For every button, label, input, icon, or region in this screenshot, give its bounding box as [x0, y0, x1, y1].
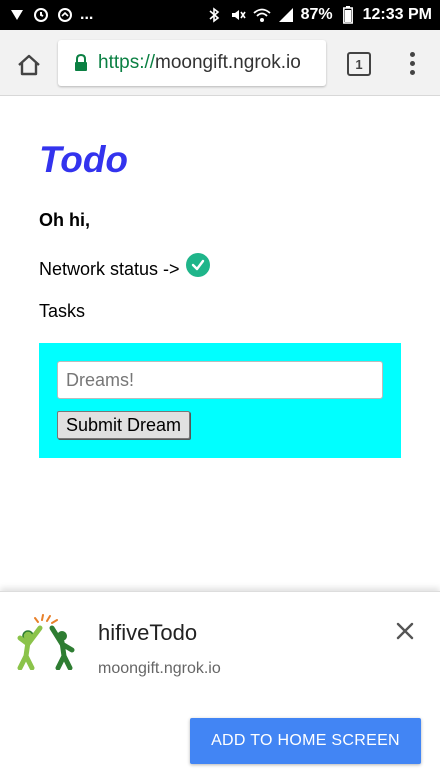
submit-dream-button[interactable]: Submit Dream: [57, 411, 191, 439]
wifi-icon: [253, 6, 271, 24]
close-banner-button[interactable]: [392, 618, 418, 644]
menu-dot: [409, 51, 415, 57]
add-to-home-screen-button[interactable]: ADD TO HOME SCREEN: [190, 718, 421, 764]
alarm-icon: [32, 6, 50, 24]
dream-input[interactable]: [57, 361, 383, 399]
home-icon: [18, 54, 40, 76]
menu-dot: [409, 69, 415, 75]
sync-icon: [56, 6, 74, 24]
check-circle-icon: [185, 253, 210, 277]
battery-icon: [339, 6, 357, 24]
menu-dot: [409, 60, 415, 66]
add-to-home-banner: hifiveTodo moongift.ngrok.io ADD TO HOME…: [0, 591, 440, 782]
battery-percent: 87%: [300, 6, 333, 23]
network-status: Network status ->: [39, 253, 210, 281]
network-status-label: Network status ->: [39, 258, 180, 279]
browser-toolbar: https://moongift.ngrok.io 1: [0, 30, 440, 96]
tab-switcher-button[interactable]: 1: [347, 52, 371, 76]
address-bar[interactable]: https://moongift.ngrok.io: [58, 40, 326, 86]
bluetooth-icon: [205, 6, 223, 24]
url-scheme: https://: [98, 52, 156, 73]
tab-count: 1: [355, 56, 363, 72]
app-host: moongift.ngrok.io: [98, 660, 221, 677]
status-bar: ... 87% 12:33 PM: [0, 0, 440, 30]
home-button[interactable]: [14, 50, 44, 80]
web-page: Todo Oh hi, Network status -> Tasks Subm…: [0, 97, 440, 591]
url-host: moongift.ngrok.io: [155, 52, 301, 73]
status-bar-left: ...: [8, 6, 93, 24]
lock-icon: [75, 54, 87, 71]
tasks-heading: Tasks: [39, 301, 86, 321]
cast-icon: [8, 6, 26, 24]
signal-icon: [277, 6, 295, 24]
status-ellipsis: ...: [80, 6, 94, 23]
greeting: Oh hi,: [39, 210, 90, 230]
status-bar-right: 87% 12:33 PM: [205, 6, 432, 24]
dream-form: Submit Dream: [39, 343, 401, 458]
close-icon: [396, 622, 414, 640]
url-text: https://moongift.ngrok.io: [98, 52, 301, 74]
mute-icon: [229, 6, 247, 24]
page-title: Todo: [39, 139, 129, 180]
more-menu-button[interactable]: [404, 48, 420, 78]
hifive-logo-icon: [16, 614, 82, 671]
app-name: hifiveTodo: [98, 620, 198, 645]
status-time: 12:33 PM: [362, 6, 432, 23]
